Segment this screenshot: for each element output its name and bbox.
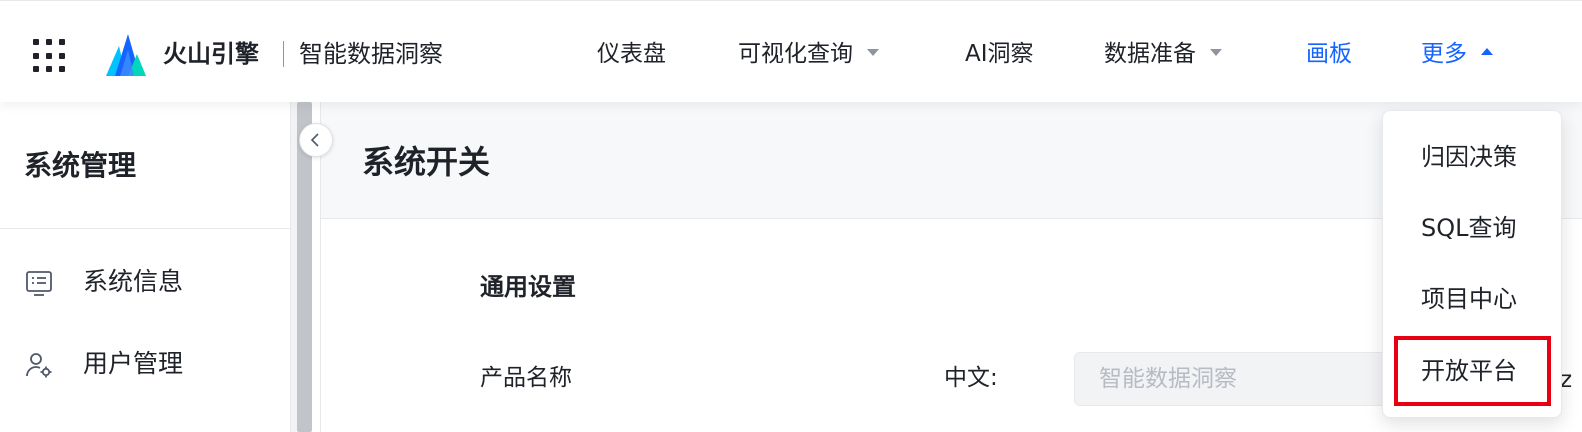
chevron-left-icon xyxy=(310,133,319,147)
nav-ai-insight-label: AI洞察 xyxy=(965,41,1034,67)
nav-dashboard-label: 仪表盘 xyxy=(597,41,666,67)
chevron-down-icon xyxy=(867,49,879,56)
nav-data-prep[interactable]: 数据准备 xyxy=(1104,38,1222,70)
sidebar-item-user-management[interactable]: 用户管理 xyxy=(0,336,291,392)
sidebar-title: 系统管理 xyxy=(24,149,137,182)
sidebar: 系统管理 系统信息 用户管理 xyxy=(0,102,291,432)
collapse-sidebar-button[interactable] xyxy=(299,123,333,157)
language-label: 中文: xyxy=(944,365,998,391)
nav-visual-query[interactable]: 可视化查询 xyxy=(738,38,879,70)
user-settings-icon xyxy=(26,353,52,378)
nav-ai-insight[interactable]: AI洞察 xyxy=(965,38,1034,70)
menu-item-label: SQL查询 xyxy=(1421,214,1517,242)
menu-item-attribution[interactable]: 归因决策 xyxy=(1383,127,1563,187)
product-name: 智能数据洞察 xyxy=(299,40,443,68)
page-title: 系统开关 xyxy=(362,143,491,181)
chevron-up-icon xyxy=(1481,48,1493,55)
product-name-label: 产品名称 xyxy=(480,365,572,391)
section-title: 通用设置 xyxy=(480,273,576,301)
product-name-input[interactable] xyxy=(1074,352,1404,406)
sidebar-item-system-info[interactable]: 系统信息 xyxy=(0,254,291,310)
nav-canvas[interactable]: 画板 xyxy=(1306,38,1352,70)
chevron-down-icon xyxy=(1210,49,1222,56)
menu-item-sql-query[interactable]: SQL查询 xyxy=(1383,198,1563,258)
menu-item-open-platform[interactable]: 开放平台 xyxy=(1383,341,1563,401)
top-navigation-bar: 火山引擎 智能数据洞察 仪表盘 可视化查询 AI洞察 数据准备 画板 更多 xyxy=(0,0,1582,102)
nav-data-prep-label: 数据准备 xyxy=(1104,41,1196,67)
nav-canvas-label: 画板 xyxy=(1306,41,1352,67)
more-dropdown-menu: 归因决策 SQL查询 项目中心 开放平台 xyxy=(1382,110,1562,418)
app-grid-icon[interactable] xyxy=(33,39,67,73)
menu-item-label: 归因决策 xyxy=(1421,143,1517,171)
menu-item-label: 项目中心 xyxy=(1421,285,1517,313)
nav-more-label: 更多 xyxy=(1421,41,1467,67)
menu-item-project-center[interactable]: 项目中心 xyxy=(1383,269,1563,329)
system-info-icon xyxy=(26,271,52,296)
nav-more[interactable]: 更多 xyxy=(1421,38,1493,70)
brand-name: 火山引擎 xyxy=(163,40,259,68)
menu-item-label: 开放平台 xyxy=(1421,357,1517,385)
volcengine-logo xyxy=(106,34,146,76)
nav-visual-query-label: 可视化查询 xyxy=(738,41,853,67)
sidebar-divider xyxy=(0,228,291,229)
brand-divider xyxy=(283,41,284,67)
nav-dashboard[interactable]: 仪表盘 xyxy=(597,38,666,70)
sidebar-item-label: 用户管理 xyxy=(83,349,184,378)
sidebar-item-label: 系统信息 xyxy=(83,267,184,296)
